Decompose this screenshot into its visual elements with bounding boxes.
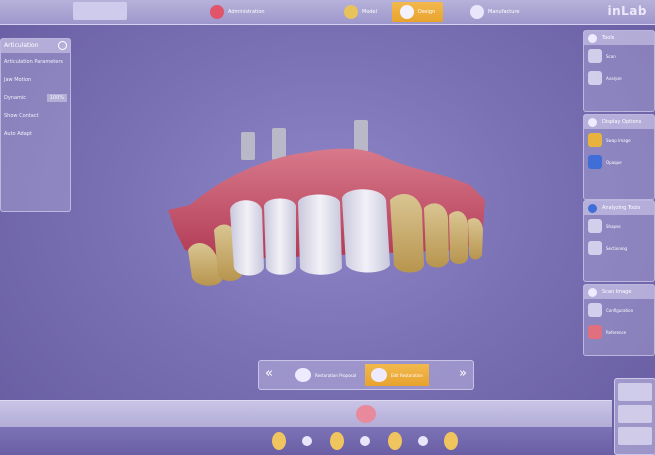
view-dock bbox=[0, 427, 612, 455]
group-header: Scan Image bbox=[584, 285, 654, 299]
analyze-icon bbox=[588, 204, 597, 213]
image-icon bbox=[588, 288, 597, 297]
corner-button[interactable] bbox=[618, 383, 652, 401]
configuration-icon bbox=[588, 303, 602, 317]
tool-item[interactable]: Swap Image bbox=[584, 129, 654, 151]
step-navigator: « Restoration Proposal Edit Restoration … bbox=[258, 360, 474, 390]
tools-group: Tools Scan Analyze bbox=[583, 30, 655, 112]
implant-post bbox=[272, 128, 286, 160]
natural-tooth bbox=[424, 203, 449, 268]
crown-restoration bbox=[264, 198, 296, 275]
phase-bar: Administration Model Design Manufacture … bbox=[0, 0, 655, 25]
phase-design[interactable]: Design bbox=[392, 2, 444, 22]
corner-button[interactable] bbox=[618, 427, 652, 445]
search-icon[interactable] bbox=[58, 41, 67, 50]
manufacture-icon bbox=[470, 5, 484, 19]
panel-row[interactable]: Dynamic 100% bbox=[1, 89, 70, 107]
administration-icon bbox=[210, 5, 224, 19]
display-options-group: Display Options Swap Image Opaque bbox=[583, 114, 655, 200]
swap-icon bbox=[588, 133, 602, 147]
step-edit-restoration[interactable]: Edit Restoration bbox=[365, 364, 429, 386]
phase-administration[interactable]: Administration bbox=[210, 2, 265, 22]
crown-icon bbox=[295, 368, 311, 382]
group-header: Tools bbox=[584, 31, 654, 45]
scan-icon bbox=[588, 49, 602, 63]
panel-row[interactable]: Articulation Parameters bbox=[1, 53, 70, 71]
group-header: Display Options bbox=[584, 115, 654, 129]
articulation-panel: Articulation Articulation Parameters Jaw… bbox=[0, 38, 71, 212]
tool-item[interactable]: Analyze bbox=[584, 67, 654, 89]
shapes-icon bbox=[588, 219, 602, 233]
reference-icon bbox=[588, 325, 602, 339]
tool-item[interactable]: Sectioning bbox=[584, 237, 654, 259]
bottom-bar bbox=[0, 400, 612, 427]
view-icon[interactable] bbox=[418, 436, 428, 446]
tool-item[interactable]: Shapes bbox=[584, 215, 654, 237]
crown-icon bbox=[400, 5, 414, 19]
natural-tooth bbox=[449, 211, 468, 264]
tool-item[interactable]: Opaque bbox=[584, 151, 654, 173]
panel-header: Articulation bbox=[1, 39, 70, 53]
crown-icon bbox=[371, 368, 387, 382]
view-icon[interactable] bbox=[272, 432, 286, 450]
model-icon bbox=[344, 5, 358, 19]
natural-tooth bbox=[390, 194, 424, 273]
panel-row[interactable]: Show Contact bbox=[1, 107, 70, 125]
implant-post bbox=[241, 132, 255, 160]
view-icon[interactable] bbox=[360, 436, 370, 446]
value-badge: 100% bbox=[46, 94, 67, 102]
natural-tooth bbox=[468, 218, 483, 260]
next-step-icon[interactable]: » bbox=[459, 367, 467, 381]
group-header: Analyzing Tools bbox=[584, 201, 654, 215]
sectioning-icon bbox=[588, 241, 602, 255]
phase-manufacture[interactable]: Manufacture bbox=[470, 2, 519, 22]
analyze-icon bbox=[588, 71, 602, 85]
brand-logo: inLab bbox=[607, 4, 647, 18]
center-action-icon[interactable] bbox=[356, 405, 376, 423]
scan-image-group: Scan Image Configuration Reference bbox=[583, 284, 655, 356]
opaque-icon bbox=[588, 155, 602, 169]
crown-restoration bbox=[298, 194, 342, 275]
tool-item[interactable]: Configuration bbox=[584, 299, 654, 321]
view-icon[interactable] bbox=[388, 432, 402, 450]
crown-restoration bbox=[230, 200, 264, 276]
display-icon bbox=[588, 118, 597, 127]
gear-icon bbox=[588, 34, 597, 43]
view-icon[interactable] bbox=[444, 432, 458, 450]
view-icon[interactable] bbox=[330, 432, 344, 450]
dental-model-viewport[interactable] bbox=[160, 110, 490, 295]
tool-item[interactable]: Reference bbox=[584, 321, 654, 343]
panel-row[interactable]: Jaw Motion bbox=[1, 71, 70, 89]
panel-row[interactable]: Auto Adapt bbox=[1, 125, 70, 143]
crown-restoration bbox=[342, 189, 390, 273]
phase-model[interactable]: Model bbox=[344, 2, 377, 22]
view-icon[interactable] bbox=[302, 436, 312, 446]
previous-step-icon[interactable]: « bbox=[265, 367, 273, 381]
tool-item[interactable]: Scan bbox=[584, 45, 654, 67]
corner-button[interactable] bbox=[618, 405, 652, 423]
analyzing-tools-group: Analyzing Tools Shapes Sectioning bbox=[583, 200, 655, 282]
title-field bbox=[73, 2, 127, 20]
step-restoration-proposal[interactable]: Restoration Proposal bbox=[289, 364, 362, 386]
corner-panel bbox=[614, 378, 655, 455]
